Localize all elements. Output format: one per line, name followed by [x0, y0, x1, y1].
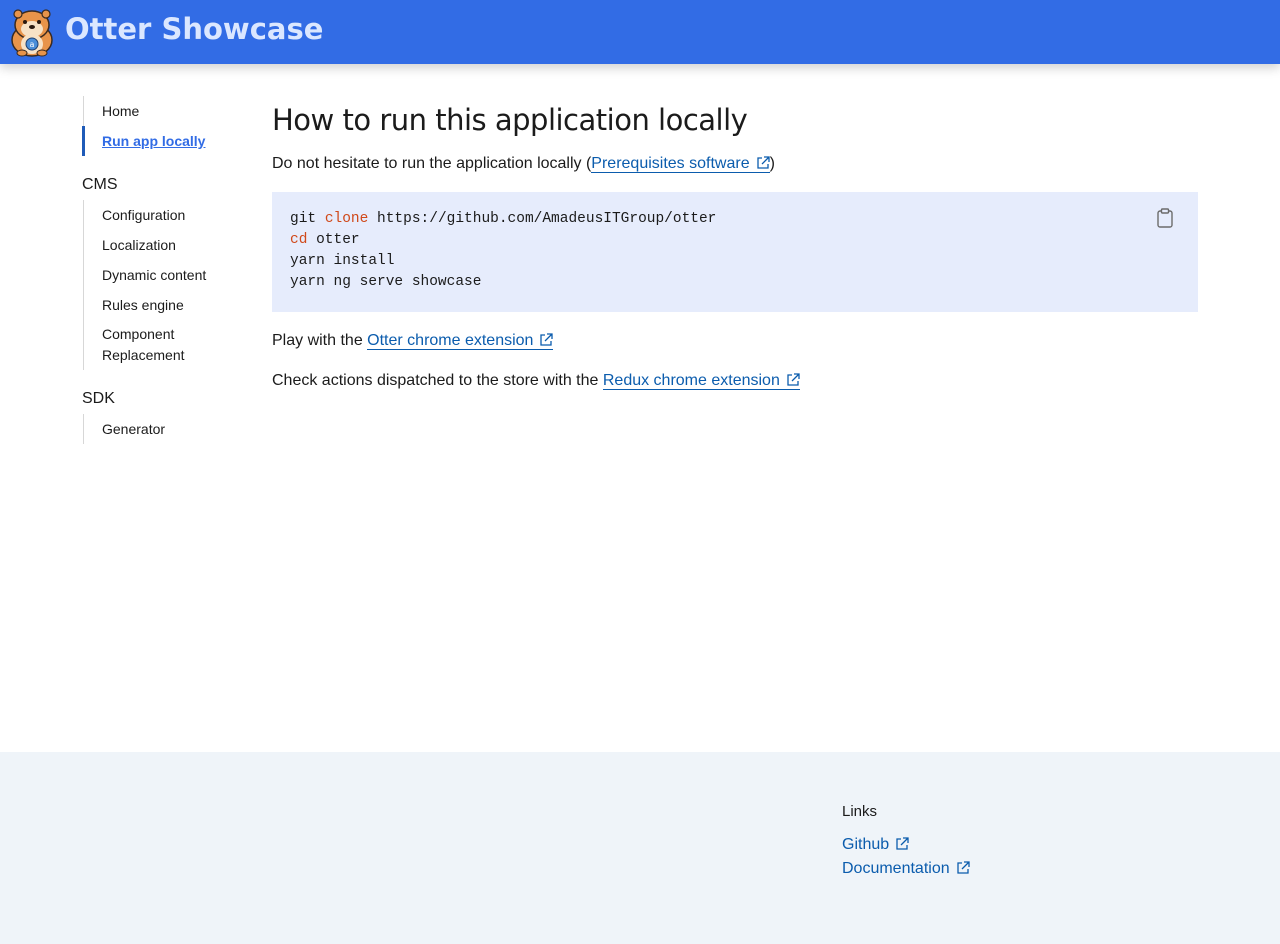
- code-keyword: clone: [324, 211, 369, 227]
- brand-title[interactable]: Otter Showcase: [65, 12, 323, 46]
- redux-extension-link-label: Redux chrome extension: [602, 372, 780, 389]
- code-block: git clone https://github.com/AmadeusITGr…: [272, 192, 1198, 312]
- footer-links-section: Links Github Documentation: [842, 800, 970, 881]
- footer-link-github-label: Github: [842, 836, 890, 853]
- code-argument: https://github.com/AmadeusITGroup/otter: [368, 211, 717, 227]
- sidebar-item-dynamic-content[interactable]: Dynamic content: [84, 260, 242, 290]
- external-link-icon: [539, 331, 554, 346]
- play-text: Play with the: [272, 332, 368, 349]
- footer-link-github[interactable]: Github: [842, 833, 970, 857]
- sidebar-heading-sdk: SDK: [82, 390, 115, 407]
- sidebar-cms-group: Configuration Localization Dynamic conte…: [83, 200, 242, 370]
- external-link-icon: [895, 835, 909, 850]
- sidebar-item-component-replacement[interactable]: Component Replacement: [84, 320, 242, 370]
- sidebar-root-group: Home Run app locally: [82, 96, 242, 156]
- code-line: yarn ng serve showcase: [290, 272, 1180, 293]
- sidebar-item-run-app-locally[interactable]: Run app locally: [82, 126, 242, 156]
- external-link-icon: [786, 371, 800, 386]
- prerequisites-link-label: Prerequisites software: [591, 155, 750, 172]
- check-text: Check actions dispatched to the store wi…: [272, 372, 603, 389]
- intro-text-after: ): [769, 155, 775, 172]
- page-title: How to run this application locally: [272, 103, 748, 137]
- code-command: yarn ng serve showcase: [290, 274, 482, 290]
- sidebar-item-rules-engine[interactable]: Rules engine: [84, 290, 242, 320]
- code-keyword: cd: [290, 232, 308, 248]
- sidebar: Home Run app locally CMS Configuration L…: [82, 96, 242, 444]
- sidebar-sdk-group: Generator: [83, 414, 242, 444]
- footer: Links Github Documentation: [0, 752, 1280, 944]
- external-link-icon: [756, 154, 770, 169]
- sidebar-heading-cms: CMS: [82, 176, 118, 193]
- play-paragraph: Play with the Otter chrome extension: [272, 329, 554, 353]
- external-link-icon: [956, 859, 970, 874]
- clipboard-icon[interactable]: [1156, 208, 1174, 228]
- svg-text:a: a: [30, 40, 35, 49]
- code-command: git: [290, 211, 325, 227]
- sidebar-item-home[interactable]: Home: [84, 96, 242, 126]
- footer-link-documentation-label: Documentation: [842, 860, 950, 877]
- code-line: git clone https://github.com/AmadeusITGr…: [290, 209, 1180, 230]
- otter-extension-link[interactable]: Otter chrome extension: [367, 331, 554, 350]
- footer-links-heading: Links: [842, 803, 878, 820]
- check-paragraph: Check actions dispatched to the store wi…: [272, 369, 800, 393]
- intro-paragraph: Do not hesitate to run the application l…: [272, 152, 775, 176]
- sidebar-item-configuration[interactable]: Configuration: [84, 200, 242, 230]
- sidebar-item-localization[interactable]: Localization: [84, 230, 242, 260]
- code-argument: otter: [307, 232, 360, 248]
- code-line: yarn install: [290, 251, 1180, 272]
- prerequisites-link[interactable]: Prerequisites software: [591, 154, 770, 173]
- main-content: How to run this application locally Do n…: [272, 100, 1198, 390]
- intro-text: Do not hesitate to run the application l…: [272, 155, 592, 172]
- footer-link-documentation[interactable]: Documentation: [842, 857, 970, 881]
- otter-extension-link-label: Otter chrome extension: [367, 332, 534, 349]
- sidebar-item-generator[interactable]: Generator: [84, 414, 242, 444]
- top-navbar: a Otter Showcase: [0, 0, 1280, 64]
- redux-extension-link[interactable]: Redux chrome extension: [602, 371, 800, 390]
- code-command: yarn install: [290, 253, 395, 269]
- otter-mascot-icon[interactable]: a: [8, 7, 56, 57]
- code-line: cd otter: [290, 230, 1180, 251]
